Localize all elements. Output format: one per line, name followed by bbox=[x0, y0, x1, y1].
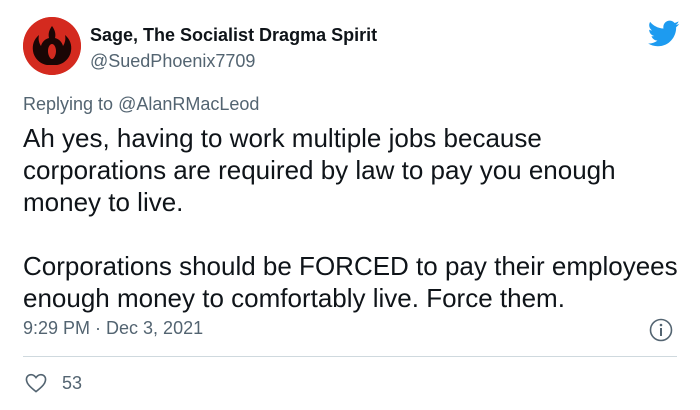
user-handle[interactable]: @SuedPhoenix7709 bbox=[90, 50, 377, 72]
tweet-header: Sage, The Socialist Dragma Spirit @SuedP… bbox=[23, 14, 680, 84]
display-name[interactable]: Sage, The Socialist Dragma Spirit bbox=[90, 24, 377, 46]
replying-to: Replying to @AlanRMacLeod bbox=[23, 94, 259, 115]
tweet-paragraph: Ah yes, having to work multiple jobs bec… bbox=[23, 123, 616, 217]
info-icon[interactable] bbox=[649, 318, 673, 342]
replying-prefix: Replying to bbox=[23, 94, 119, 114]
like-button[interactable]: 53 bbox=[25, 372, 82, 394]
avatar[interactable] bbox=[23, 17, 81, 75]
author-names: Sage, The Socialist Dragma Spirit @SuedP… bbox=[90, 24, 377, 72]
twitter-bird-icon[interactable] bbox=[648, 20, 680, 48]
rebel-alliance-icon bbox=[23, 17, 81, 75]
heart-icon bbox=[25, 373, 47, 393]
like-count: 53 bbox=[62, 372, 83, 393]
tweet-card: Sage, The Socialist Dragma Spirit @SuedP… bbox=[0, 0, 700, 410]
tweet-text: Ah yes, having to work multiple jobs bec… bbox=[23, 122, 683, 314]
reply-target-link[interactable]: @AlanRMacLeod bbox=[118, 94, 259, 114]
tweet-timestamp[interactable]: 9:29 PM · Dec 3, 2021 bbox=[23, 318, 203, 339]
tweet-paragraph: Corporations should be FORCED to pay the… bbox=[23, 251, 678, 313]
divider bbox=[23, 356, 677, 357]
